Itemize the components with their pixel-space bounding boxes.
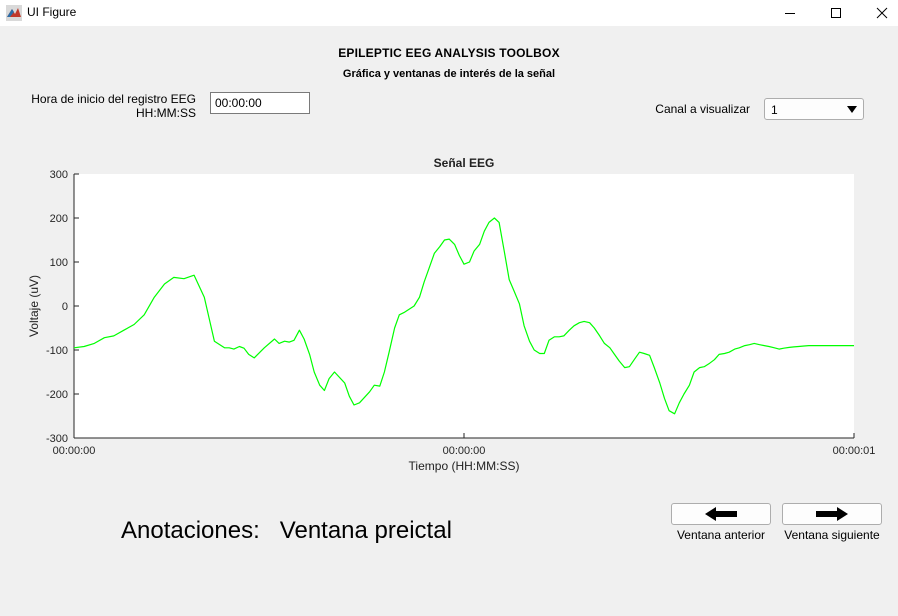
app-title: EPILEPTIC EEG ANALYSIS TOOLBOX [338,46,560,60]
y-tick-label: -200 [46,389,68,401]
y-tick-label: 0 [62,301,68,313]
x-tick-label: 00:00:00 [53,445,96,457]
x-tick-label: 00:00:01 [833,445,876,457]
annotations-display: Anotaciones: Ventana preictal [121,517,452,545]
window-titlebar: UI Figure [0,0,898,26]
x-axis-label: Tiempo (HH:MM:SS) [409,459,520,473]
previous-window-button[interactable] [671,503,771,525]
x-tick-label: 00:00:00 [443,445,486,457]
y-tick-label: 100 [50,257,68,269]
channel-label: Canal a visualizar [655,102,750,116]
minimize-button[interactable] [767,0,813,26]
next-window-button[interactable] [782,503,882,525]
plot-area [74,174,854,438]
app-subtitle: Gráfica y ventanas de interés de la seña… [342,68,556,80]
channel-selected-value: 1 [771,103,778,117]
maximize-button[interactable] [813,0,859,26]
channel-dropdown[interactable]: 1 [764,98,864,120]
arrow-right-icon [816,507,848,521]
y-tick-label: -300 [46,433,68,445]
y-tick-label: 200 [50,213,68,225]
annotations-label: Anotaciones: [121,517,260,544]
maximize-icon [831,8,841,18]
minimize-icon [785,13,795,14]
window-title: UI Figure [27,5,77,19]
eeg-chart: Señal EEG 3002001000-100-200-30000:00:00… [27,156,876,473]
y-tick-label: -100 [46,345,68,357]
next-window-label: Ventana siguiente [784,528,880,542]
previous-window-label: Ventana anterior [676,528,766,542]
dropdown-arrow-icon [847,106,857,113]
y-axis-label: Voltaje (uV) [27,275,41,337]
matlab-icon [6,5,22,21]
arrow-left-icon [705,507,737,521]
y-tick-label: 300 [50,169,68,181]
close-icon [876,7,888,19]
start-time-format-label: HH:MM:SS [136,106,196,120]
chart-title: Señal EEG [434,156,495,170]
close-button[interactable] [859,0,898,26]
annotations-value: Ventana preictal [279,517,452,544]
start-time-label: Hora de inicio del registro EEG HH:MM:SS [20,92,196,120]
start-time-input[interactable] [210,92,310,114]
start-time-label-line1: Hora de inicio del registro EEG [31,92,196,106]
